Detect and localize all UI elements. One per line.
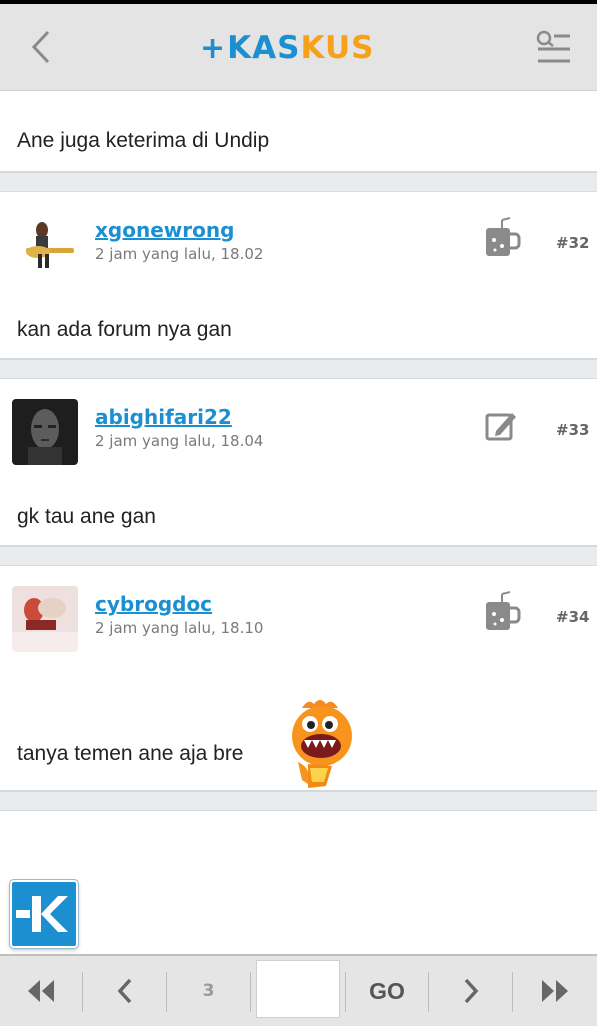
mug-icon xyxy=(482,216,522,260)
kaskus-k-icon xyxy=(16,896,68,932)
avatar[interactable] xyxy=(12,399,78,465)
pagination-bar: 3 GO xyxy=(0,954,597,1026)
mug-icon xyxy=(482,590,522,634)
post-message: gk tau ane gan xyxy=(17,505,156,528)
prev-page-button[interactable] xyxy=(83,956,166,1026)
avatar[interactable] xyxy=(12,212,78,278)
post-number: #32 xyxy=(556,234,590,252)
post-timestamp: 2 jam yang lalu, 18.04 xyxy=(95,432,264,450)
post-divider xyxy=(0,171,597,192)
chevron-right-icon xyxy=(464,978,478,1004)
current-page: 3 xyxy=(167,956,250,1026)
post-number: #33 xyxy=(556,421,590,439)
thread-content: Ane juga keterima di Undip xgonewrong 2 … xyxy=(0,91,597,811)
username-link[interactable]: abighifari22 xyxy=(95,405,232,429)
search-menu-icon xyxy=(536,30,570,63)
edit-icon xyxy=(482,403,522,447)
kaskus-logo[interactable]: +KASKUS xyxy=(200,26,400,70)
post-33: abighifari22 2 jam yang lalu, 18.04 #33 … xyxy=(0,379,597,545)
kaskus-plus-icon: + xyxy=(200,31,227,66)
post-number: #34 xyxy=(556,608,590,626)
avatar[interactable] xyxy=(12,586,78,652)
back-button[interactable] xyxy=(22,24,62,70)
post-divider xyxy=(0,790,597,811)
post-message: Ane juga keterima di Undip xyxy=(17,129,270,152)
app-header: +KASKUS xyxy=(0,4,597,91)
post-divider xyxy=(0,545,597,566)
chevron-left-icon xyxy=(31,30,50,64)
post-32: xgonewrong 2 jam yang lalu, 18.02 #32 ka… xyxy=(0,192,597,358)
post-divider xyxy=(0,358,597,379)
pager-separator xyxy=(250,972,251,1012)
username-link[interactable]: cybrogdoc xyxy=(95,592,212,616)
post-34: cybrogdoc 2 jam yang lalu, 18.10 #34 tan… xyxy=(0,566,597,790)
double-chevron-left-icon xyxy=(28,980,54,1002)
current-page-number: 3 xyxy=(202,981,215,1001)
go-label: GO xyxy=(369,977,405,1004)
post-message: kan ada forum nya gan xyxy=(17,318,232,341)
post-timestamp: 2 jam yang lalu, 18.10 xyxy=(95,619,264,637)
monster-emoticon-icon xyxy=(288,696,358,792)
search-menu-button[interactable] xyxy=(530,26,574,70)
post-31-body: Ane juga keterima di Undip xyxy=(0,91,597,171)
next-page-button[interactable] xyxy=(429,956,512,1026)
chevron-left-icon xyxy=(117,978,131,1004)
first-page-button[interactable] xyxy=(0,956,82,1026)
post-message: tanya temen ane aja bre xyxy=(17,742,244,765)
last-page-button[interactable] xyxy=(513,956,597,1026)
page-number-input[interactable] xyxy=(256,960,340,1018)
username-link[interactable]: xgonewrong xyxy=(95,218,234,242)
go-button[interactable]: GO xyxy=(346,956,428,1026)
double-chevron-right-icon xyxy=(542,980,568,1002)
kaskus-home-button[interactable] xyxy=(10,880,78,948)
post-timestamp: 2 jam yang lalu, 18.02 xyxy=(95,245,264,263)
